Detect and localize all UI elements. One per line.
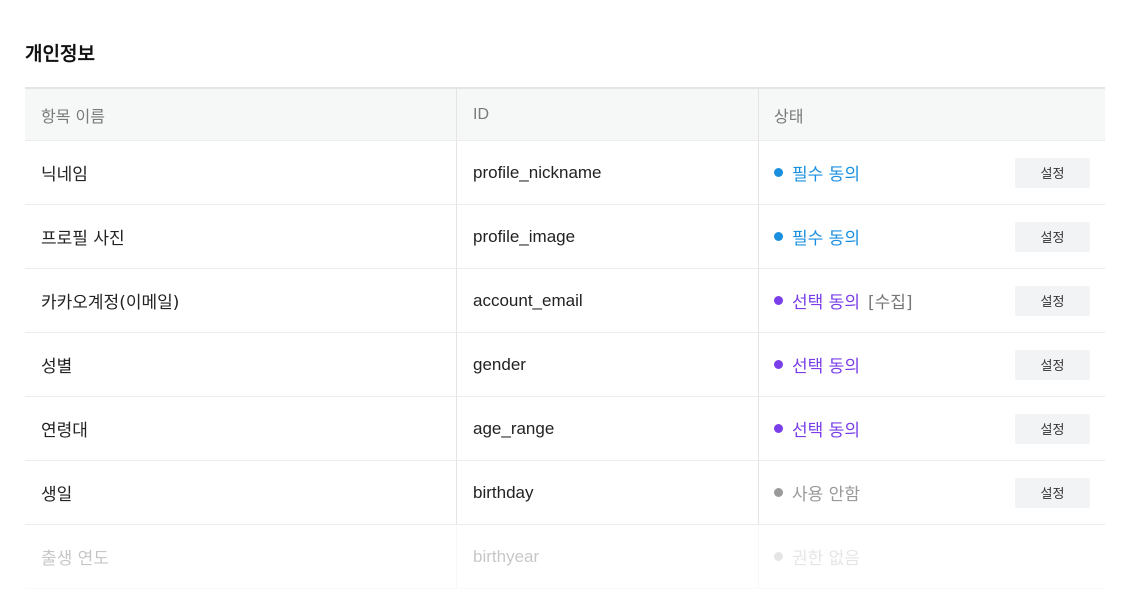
status-dot-icon [774,488,783,497]
table-row: 닉네임 profile_nickname 필수 동의 설정 [25,141,1105,205]
item-name: 연령대 [25,397,457,460]
settings-button[interactable]: 설정 [1015,413,1090,444]
header-name: 항목 이름 [25,89,457,140]
status-dot-icon [774,296,783,305]
status-cell: 필수 동의 설정 [759,141,1105,204]
item-id: profile_image [457,205,759,268]
item-id: account_email [457,269,759,332]
status-badge: 선택 동의 [774,416,868,441]
settings-button[interactable]: 설정 [1015,477,1090,508]
section-title: 개인정보 [25,43,95,65]
item-name: 닉네임 [25,141,457,204]
settings-button[interactable]: 설정 [1015,285,1090,316]
table-row: 성별 gender 선택 동의 설정 [25,333,1105,397]
status-badge: 선택 동의 [수집] [774,288,913,313]
status-cell: 선택 동의 [수집] 설정 [759,269,1105,332]
settings-button[interactable]: 설정 [1015,349,1090,380]
table-row: 프로필 사진 profile_image 필수 동의 설정 [25,205,1105,269]
header-id: ID [457,89,759,140]
table-header: 항목 이름 ID 상태 [25,89,1105,141]
status-badge: 필수 동의 [774,160,868,185]
item-id: gender [457,333,759,396]
item-name: 출생 연도 [25,525,457,588]
header-status: 상태 [774,106,804,126]
status-label: 선택 동의 [792,357,860,377]
status-cell: 선택 동의 설정 [759,333,1105,396]
item-id: birthyear [457,525,759,588]
status-badge: 필수 동의 [774,224,868,249]
status-badge: 선택 동의 [774,352,868,377]
item-name: 생일 [25,461,457,524]
table-row: 카카오계정(이메일) account_email 선택 동의 [수집] 설정 [25,269,1105,333]
status-cell: 사용 안함 설정 [759,461,1105,524]
status-suffix: [수집] [867,293,913,313]
status-dot-icon [774,424,783,433]
status-dot-icon [774,360,783,369]
status-label: 선택 동의 [792,293,860,313]
status-label: 선택 동의 [792,421,860,441]
settings-button[interactable]: 설정 [1015,221,1090,252]
status-dot-icon [774,168,783,177]
privacy-table: 항목 이름 ID 상태 닉네임 profile_nickname 필수 동의 설… [25,87,1105,589]
item-name: 프로필 사진 [25,205,457,268]
settings-button[interactable]: 설정 [1015,157,1090,188]
item-id: birthday [457,461,759,524]
status-cell: 선택 동의 설정 [759,397,1105,460]
status-label: 필수 동의 [792,165,860,185]
item-id: age_range [457,397,759,460]
table-row: 생일 birthday 사용 안함 설정 [25,461,1105,525]
status-cell: 권한 없음 [759,525,1105,588]
status-label: 필수 동의 [792,229,860,249]
status-dot-icon [774,232,783,241]
item-name: 성별 [25,333,457,396]
status-label: 사용 안함 [792,485,860,505]
status-dot-icon [774,552,783,561]
table-row: 출생 연도 birthyear 권한 없음 [25,525,1105,589]
status-badge: 사용 안함 [774,480,868,505]
table-row: 연령대 age_range 선택 동의 설정 [25,397,1105,461]
status-cell: 필수 동의 설정 [759,205,1105,268]
item-name: 카카오계정(이메일) [25,269,457,332]
item-id: profile_nickname [457,141,759,204]
